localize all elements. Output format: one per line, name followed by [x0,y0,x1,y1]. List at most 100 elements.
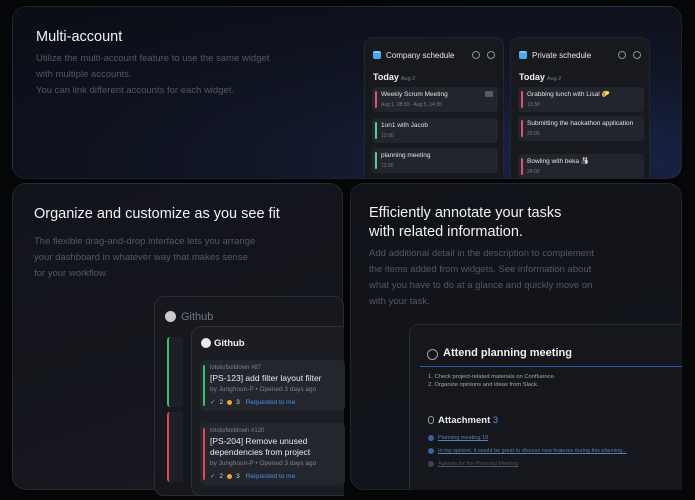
pr-title: [PS-123] add filter layout filter [210,373,322,383]
pr-author: by Junghoon-P • Opened 3 days ago [210,386,317,393]
event-title: Bowling with beka 🎳 [527,158,589,165]
pr-author: by Junghoon-P • Opened 3 days ago [210,460,317,467]
event-time: 22:00 [527,130,540,137]
pr-meta: ✓ 2 3 Requested to me [210,472,339,481]
today-date: Aug 2 [546,76,562,82]
company-schedule-widget[interactable]: Company schedule Today Aug 2 Weekly Scrum… [364,37,504,178]
event-time: 12:00 [381,162,394,169]
desc-line: the items added from widgets. See inform… [369,264,592,275]
link-icon [428,448,434,454]
private-schedule-widget[interactable]: Private schedule Today Aug 2 Grabbing lun… [510,37,650,178]
pr-repo: lotols/boildown #120 [210,428,265,434]
github-icon [165,311,176,322]
check-count: 2 [219,398,224,406]
pull-request-item[interactable]: lotols/boildown #87 [PS-123] add filter … [200,360,345,411]
comment-icon [227,399,233,405]
review-status: Requested to me [245,398,296,406]
event-item[interactable]: Weekly Scrum Meeting Aug 1, 08:30 - Aug … [372,87,498,112]
card-title: Multi-account [36,29,123,45]
attachment-link[interactable]: Planning meeting 18 [428,435,488,441]
card-title: Efficiently annotate your tasks with rel… [369,204,561,242]
multi-account-card: Multi-account Utilize the multi-account … [12,6,682,179]
attachment-link[interactable]: Agenda for the Planning Meeting [428,461,518,467]
desc-line: Add additional detail in the description… [369,248,594,259]
refresh-icon[interactable] [633,51,641,59]
refresh-icon[interactable] [487,51,495,59]
card-description: Add additional detail in the description… [369,246,594,310]
today-heading: Today Aug 2 [519,72,561,82]
card-description: Utilize the multi-account feature to use… [36,51,269,99]
attachment-count: 3 [492,415,499,426]
calendar-icon [373,51,381,59]
description-line: 1. Check project-related materials on Co… [428,374,556,380]
link-icon [428,461,434,467]
widget-title: Github [181,311,214,323]
attachment-text: In my opinion, it would be great to disc… [438,448,627,454]
event-item[interactable]: 1on1 with Jacob 12:00 [372,118,498,143]
event-time: Aug 1, 08:30 - Aug 5, 14:30 [381,101,442,108]
pr-repo: lotols/boildown #87 [210,365,262,371]
desc-line: You can link different accounts for each… [36,85,235,96]
event-title: Submitting the hackathon application [527,120,634,127]
widget-title: Company schedule [386,50,455,60]
event-title: Weekly Scrum Meeting [381,91,448,98]
attachment-text: Planning meeting 18 [438,435,489,441]
widget-title: Private schedule [532,50,592,60]
link-icon [428,435,434,441]
event-title: Grabbing lunch with Lisa! 🌮 [527,91,610,98]
check-icon: ✓ [210,399,216,406]
attachment-link[interactable]: In my opinion, it would be great to disc… [428,448,627,454]
desc-line: The flexible drag-and-drop interface let… [34,236,256,247]
desc-line: for your workflow. [34,268,108,279]
event-item[interactable]: Submitting the hackathon application 22:… [518,116,644,141]
ghost-item [167,337,183,407]
pr-meta: ✓ 2 3 Requested to me [210,398,339,407]
attachment-text: Agenda for the Planning Meeting [438,461,519,467]
event-time: 13:30 [527,101,540,108]
video-icon [485,91,493,97]
task-detail-panel[interactable]: Attend planning meeting 1. Check project… [409,324,682,490]
card-title: Organize and customize as you see fit [34,206,280,222]
comment-count: 3 [236,472,240,480]
event-item[interactable]: planning meeting 12:00 [372,148,498,173]
task-description[interactable]: 1. Check project-related materials on Co… [428,373,555,389]
calendar-icon [519,51,527,59]
pr-title: [PS-204] Remove unused dependencies from… [210,436,311,457]
task-title[interactable]: Attend planning meeting [443,347,572,359]
title-underline [420,366,682,367]
event-title: planning meeting [381,152,431,159]
event-time: 12:00 [381,132,394,139]
title-line: Efficiently annotate your tasks [369,205,562,221]
ghost-item [167,412,183,482]
today-label: Today [373,72,399,82]
today-heading: Today Aug 2 [373,72,415,82]
github-widget[interactable]: Github lotols/boildown #87 [PS-123] add … [191,326,345,496]
attachment-label: Attachment [438,415,491,426]
check-count: 2 [219,472,224,480]
title-line: with related information. [369,224,523,240]
description-line: 2. Organize opinions and ideas from Slac… [428,382,539,388]
review-status: Requested to me [245,472,296,480]
desc-line: what you have to do at a glance and quic… [369,280,593,291]
desc-line: Utilize the multi-account feature to use… [36,53,270,64]
attachment-heading: Attachment 3 [438,415,498,426]
task-checkbox[interactable] [427,349,438,360]
event-title: 1on1 with Jacob [381,122,428,129]
desc-line: with your task. [369,296,430,307]
github-icon [201,338,211,348]
event-time: 24:00 [527,168,540,175]
today-label: Today [519,72,545,82]
settings-icon[interactable] [472,51,480,59]
comment-count: 3 [236,398,240,406]
desc-line: with multiple accounts. [36,69,132,80]
comment-icon [227,473,233,479]
widget-title: Github [214,338,245,349]
card-description: The flexible drag-and-drop interface let… [34,234,255,282]
desc-line: your dashboard in whatever way that make… [34,252,248,263]
pull-request-item[interactable]: lotols/boildown #120 [PS-204] Remove unu… [200,423,345,485]
check-icon: ✓ [210,473,216,480]
settings-icon[interactable] [618,51,626,59]
event-item[interactable]: Bowling with beka 🎳 24:00 [518,154,644,178]
paperclip-icon [428,416,434,424]
event-item[interactable]: Grabbing lunch with Lisa! 🌮 13:30 [518,87,644,112]
